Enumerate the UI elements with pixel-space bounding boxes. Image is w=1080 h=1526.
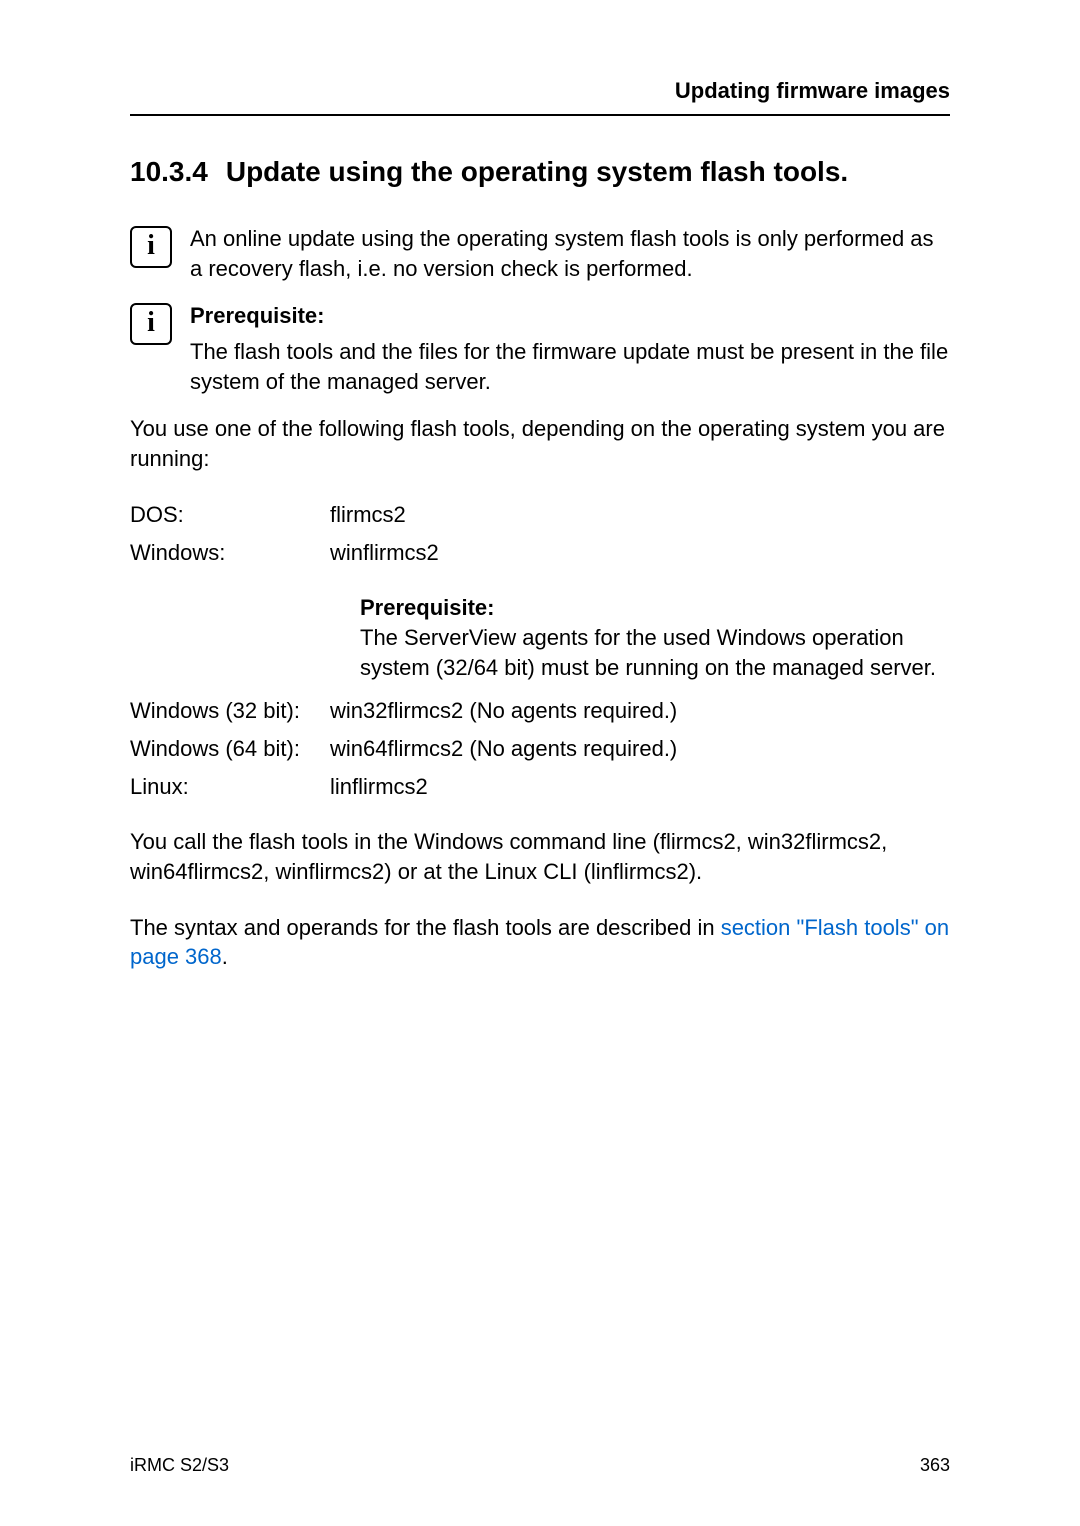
tool-value: linflirmcs2 — [330, 772, 950, 802]
tool-table-2: Windows (32 bit): win32flirmcs2 (No agen… — [130, 696, 950, 801]
syntax-paragraph: The syntax and operands for the flash to… — [130, 913, 950, 972]
prerequisite-text-inline: The ServerView agents for the used Windo… — [360, 625, 936, 680]
tool-value: win32flirmcs2 (No agents required.) — [330, 696, 950, 726]
info-block-1: i An online update using the operating s… — [130, 224, 950, 283]
prerequisite-text: The flash tools and the files for the fi… — [190, 337, 950, 396]
tool-value: winflirmcs2 — [330, 538, 950, 568]
footer-left: iRMC S2/S3 — [130, 1455, 229, 1476]
info-text-1: An online update using the operating sys… — [190, 224, 950, 283]
tool-row-linux: Linux: linflirmcs2 — [130, 772, 950, 802]
tool-row-win64: Windows (64 bit): win64flirmcs2 (No agen… — [130, 734, 950, 764]
page-footer: iRMC S2/S3 363 — [130, 1455, 950, 1476]
tool-row-dos: DOS: flirmcs2 — [130, 500, 950, 530]
tool-row-windows: Windows: winflirmcs2 — [130, 538, 950, 568]
syntax-prefix: The syntax and operands for the flash to… — [130, 915, 721, 940]
footer-page-number: 363 — [920, 1455, 950, 1476]
section-heading: 10.3.4 Update using the operating system… — [130, 156, 950, 188]
prerequisite-heading-inline: Prerequisite: — [360, 595, 495, 620]
tool-label: Linux: — [130, 772, 330, 802]
windows-prerequisite: Prerequisite: The ServerView agents for … — [360, 593, 950, 682]
tool-label: Windows: — [130, 538, 330, 568]
tool-table: DOS: flirmcs2 Windows: winflirmcs2 — [130, 500, 950, 567]
prerequisite-heading: Prerequisite: — [190, 301, 950, 331]
section-number: 10.3.4 — [130, 156, 208, 188]
tool-label: DOS: — [130, 500, 330, 530]
tool-value: flirmcs2 — [330, 500, 950, 530]
syntax-suffix: . — [222, 944, 228, 969]
info-icon: i — [130, 226, 172, 268]
running-header: Updating firmware images — [130, 78, 950, 116]
tool-value: win64flirmcs2 (No agents required.) — [330, 734, 950, 764]
info-icon: i — [130, 303, 172, 345]
tool-row-win32: Windows (32 bit): win32flirmcs2 (No agen… — [130, 696, 950, 726]
intro-paragraph: You use one of the following flash tools… — [130, 414, 950, 473]
section-title: Update using the operating system flash … — [226, 156, 848, 188]
tool-label: Windows (64 bit): — [130, 734, 330, 764]
tool-label: Windows (32 bit): — [130, 696, 330, 726]
call-paragraph: You call the flash tools in the Windows … — [130, 827, 950, 886]
info-block-2: i Prerequisite: The flash tools and the … — [130, 301, 950, 396]
